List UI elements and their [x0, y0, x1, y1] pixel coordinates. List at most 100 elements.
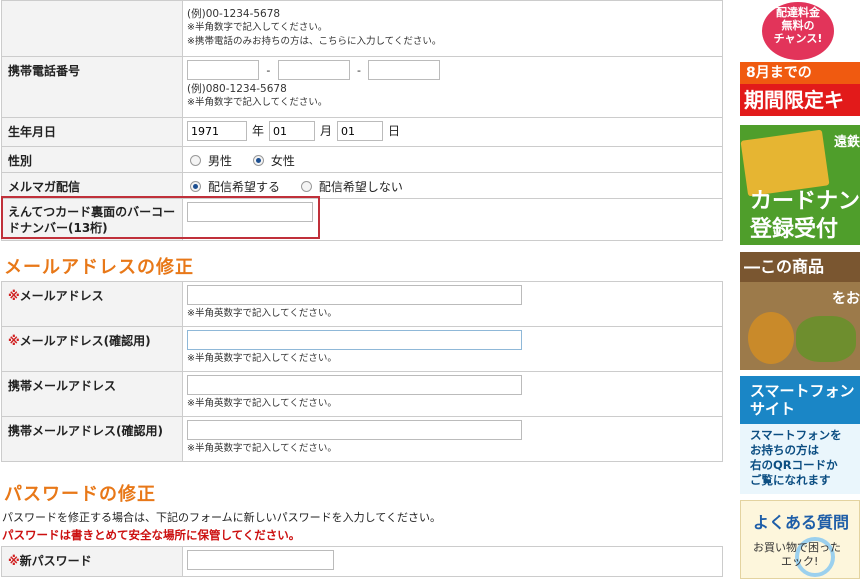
badge-line: チャンス!: [773, 32, 823, 45]
mobile-email-confirm-row: 携帯メールアドレス(確認用) ※半角英数字で記入してください。: [1, 416, 723, 462]
smartphone-banner-head: スマートフォン サイト: [750, 382, 855, 418]
email-input[interactable]: [187, 285, 522, 305]
email-note: ※半角英数字で記入してください。: [187, 308, 337, 319]
magazine-yes-radio[interactable]: [190, 181, 201, 192]
email-section-heading: メールアドレスの修正: [4, 257, 194, 278]
smartphone-body-line: 右のQRコードか: [750, 458, 838, 472]
required-mark: ※: [8, 334, 20, 348]
birth-day-unit: 日: [388, 123, 401, 138]
birthdate-label: 生年月日: [1, 117, 183, 147]
gender-male-label[interactable]: 男性: [208, 154, 232, 168]
email-label: メールアドレス: [19, 289, 104, 303]
magazine-row: メルマガ配信 配信希望する 配信希望しない: [1, 172, 723, 199]
birth-year-unit: 年: [252, 123, 265, 138]
mobile-email-field-cell: ※半角英数字で記入してください。: [182, 371, 723, 417]
card-number-highlight: [1, 196, 320, 239]
mobile-email-row: 携帯メールアドレス ※半角英数字で記入してください。: [1, 371, 723, 417]
magazine-label: メルマガ配信: [1, 172, 183, 199]
mobile-email-label: 携帯メールアドレス: [1, 371, 183, 417]
password-description: パスワードを修正する場合は、下記のフォームに新しいパスワードを入力してください。: [2, 511, 442, 524]
free-delivery-badge: 配達料金 無料の チャンス!: [762, 2, 834, 60]
vegetable-image: [796, 316, 856, 362]
email-confirm-note: ※半角英数字で記入してください。: [187, 353, 337, 364]
email-section-header: メールアドレスの修正: [0, 241, 724, 281]
faq-banner[interactable]: よくある質問 お買い物で困った エック!: [740, 500, 860, 579]
gender-male-radio[interactable]: [190, 155, 201, 166]
birthdate-field-cell: 年月日: [182, 117, 723, 147]
delivery-campaign-banner[interactable]: 配達料金 無料の チャンス! 8月までの 期間限定キ: [740, 0, 860, 118]
email-confirm-row: ※メールアドレス(確認用) ※半角英数字で記入してください。: [1, 326, 723, 372]
new-password-label-cell: ※新パスワード: [1, 546, 183, 577]
card-registration-banner[interactable]: 遠鉄 カードナン 登録受付: [740, 125, 860, 245]
mobile-part1-input[interactable]: [187, 60, 259, 80]
mobile-field-cell: - - (例)080-1234-5678 ※半角数字で記入してください。: [182, 56, 723, 118]
magazine-field-cell: 配信希望する 配信希望しない: [182, 172, 723, 199]
new-password-row: ※新パスワード: [1, 546, 723, 577]
magazine-no-radio[interactable]: [300, 181, 312, 192]
smartphone-site-banner[interactable]: スマートフォン サイト スマートフォンを お持ちの方は 右のQRコードか ご覧に…: [740, 376, 860, 494]
mobile-email-confirm-field-cell: ※半角英数字で記入してください。: [182, 416, 723, 462]
gender-row: 性別 男性 女性: [1, 146, 723, 173]
mobile-email-confirm-label: 携帯メールアドレス(確認用): [1, 416, 183, 462]
required-mark: ※: [8, 289, 20, 303]
mobile-part3-input[interactable]: [368, 60, 441, 80]
required-mark: ※: [8, 554, 20, 568]
email-row: ※メールアドレス ※半角英数字で記入してください。: [1, 281, 723, 327]
email-table: ※メールアドレス ※半角英数字で記入してください。 ※メールアドレス(確認用) …: [1, 281, 723, 462]
email-confirm-input[interactable]: [187, 330, 522, 350]
new-password-input[interactable]: [187, 550, 334, 570]
birth-day-input[interactable]: [337, 121, 384, 141]
birthdate-row: 生年月日 年 月 日: [1, 117, 723, 147]
campaign-period: 8月までの: [740, 62, 860, 84]
mobile-label: 携帯電話番号: [1, 56, 183, 118]
birth-month-input[interactable]: [269, 121, 316, 141]
birth-year-input[interactable]: [187, 121, 247, 141]
product-banner-sub: をお: [832, 291, 860, 307]
product-feature-banner[interactable]: ―この商品 をお: [740, 252, 860, 370]
campaign-title: 期間限定キ: [740, 84, 860, 116]
magazine-no-label[interactable]: 配信希望しない: [319, 180, 403, 194]
email-label-cell: ※メールアドレス: [1, 281, 183, 327]
password-warning: パスワードは書きとめて安全な場所に保管してください。: [2, 528, 301, 542]
vegetable-image: [748, 312, 794, 364]
new-password-label: 新パスワード: [19, 554, 92, 568]
faq-body-line: エック!: [781, 555, 819, 568]
gender-field-cell: 男性 女性: [182, 146, 723, 173]
badge-line: 無料の: [781, 19, 815, 32]
phone-note: ※半角数字で記入してください。: [187, 22, 328, 33]
faq-banner-body: お買い物で困った エック!: [753, 541, 841, 569]
product-banner-head: ―この商品: [740, 252, 860, 282]
faq-banner-head: よくある質問: [753, 513, 850, 532]
smartphone-body-line: スマートフォンを: [750, 428, 842, 442]
card-banner-corner: 遠鉄: [833, 135, 860, 150]
email-confirm-label-cell: ※メールアドレス(確認用): [1, 326, 183, 372]
magazine-yes-label[interactable]: 配信希望する: [208, 180, 280, 194]
phone-mobile-note: ※携帯電話のみお持ちの方は、こちらに入力してください。: [187, 36, 442, 47]
smartphone-head-line: サイト: [750, 400, 796, 418]
mobile-email-note: ※半角英数字で記入してください。: [187, 398, 337, 409]
gender-female-label[interactable]: 女性: [271, 154, 295, 168]
password-section-header: パスワードの修正: [0, 462, 724, 510]
mobile-separator: -: [356, 63, 361, 77]
member-edit-form: (例)00-1234-5678 ※半角数字で記入してください。 ※携帯電話のみお…: [0, 0, 724, 577]
phone-label-cell: [1, 0, 183, 57]
gender-female-radio[interactable]: [252, 155, 264, 166]
mobile-email-confirm-input[interactable]: [187, 420, 522, 440]
smartphone-head-line: スマートフォン: [750, 382, 855, 400]
faq-body-line: お買い物で困った: [753, 541, 841, 554]
phone-row: (例)00-1234-5678 ※半角数字で記入してください。 ※携帯電話のみお…: [1, 0, 723, 57]
smartphone-body-line: ご覧になれます: [750, 473, 831, 487]
password-section-heading: パスワードの修正: [4, 484, 156, 505]
email-confirm-field-cell: ※半角英数字で記入してください。: [182, 326, 723, 372]
mobile-note: ※半角数字で記入してください。: [187, 97, 328, 108]
mobile-separator: -: [266, 63, 271, 77]
new-password-field-cell: [182, 546, 723, 577]
email-confirm-label: メールアドレス(確認用): [19, 334, 151, 348]
mobile-email-input[interactable]: [187, 375, 522, 395]
phone-example: (例)00-1234-5678: [187, 8, 281, 20]
mobile-example: (例)080-1234-5678: [187, 83, 287, 95]
mobile-part2-input[interactable]: [277, 60, 350, 80]
card-banner-line: 登録受付: [750, 217, 839, 242]
smartphone-banner-body: スマートフォンを お持ちの方は 右のQRコードか ご覧になれます: [740, 424, 860, 494]
mobile-row: 携帯電話番号 - - (例)080-1234-5678 ※半角数字で記入してくだ…: [1, 56, 723, 118]
